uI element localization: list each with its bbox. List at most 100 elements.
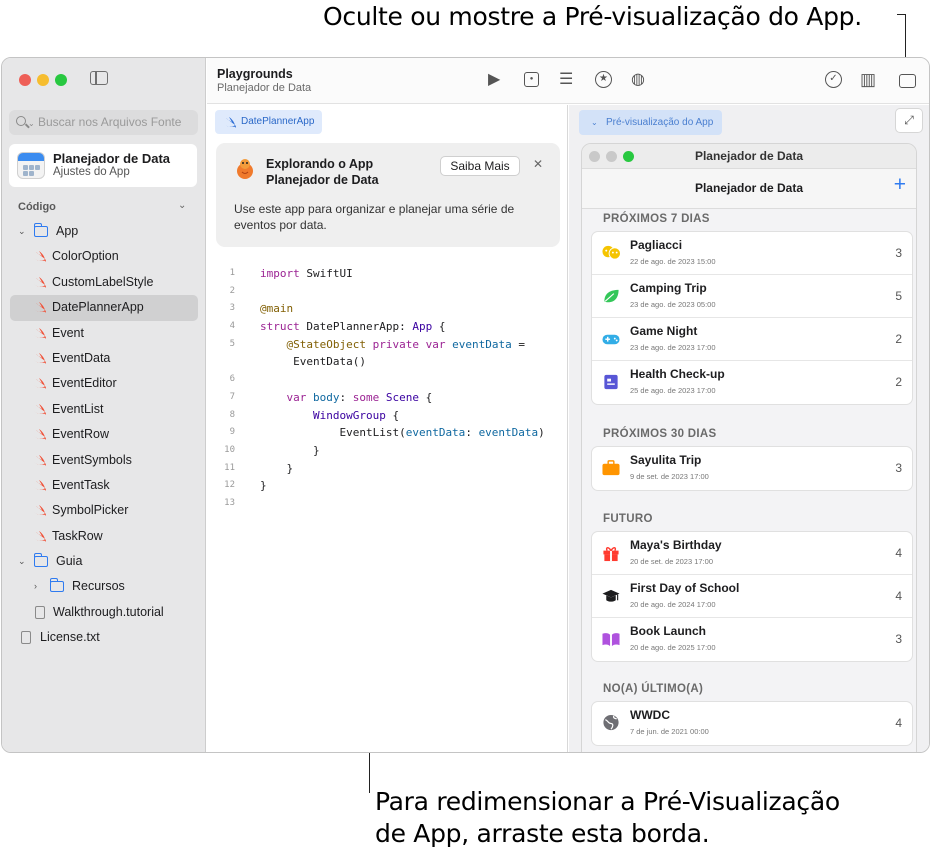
code-line[interactable]: 3 @main xyxy=(207,300,568,318)
app-preview-pane: ⌄ Pré-visualização do App ⤢ Planejador d… xyxy=(569,105,929,752)
sidebar-item[interactable]: ColorOption xyxy=(2,244,206,269)
event-title: Maya's Birthday xyxy=(630,538,722,552)
swift-icon xyxy=(224,117,236,128)
event-title: Sayulita Trip xyxy=(630,453,702,467)
sidebar-item[interactable]: DatePlannerApp xyxy=(10,295,198,321)
add-event-button[interactable]: + xyxy=(894,173,906,197)
sidebar-item[interactable]: License.txt xyxy=(2,625,206,650)
sliders-icon[interactable]: ☰ xyxy=(559,71,573,89)
code-text: } xyxy=(260,443,320,457)
close-icon[interactable]: ✕ xyxy=(533,157,543,171)
search-input[interactable]: ⌄ Buscar nos Arquivos Fonte xyxy=(9,110,198,135)
event-row[interactable]: WWDC 7 de jun. de 2021 00:00 4 xyxy=(592,702,912,745)
sidebar-item[interactable]: EventData xyxy=(2,346,206,371)
sidebar-item[interactable]: EventList xyxy=(2,397,206,422)
sidebar-item[interactable]: EventRow xyxy=(2,422,206,447)
callout-toggle-preview: Oculte ou mostre a Pré-visualização do A… xyxy=(323,2,862,31)
sidebar-item[interactable]: ⌄ Guia xyxy=(2,549,206,574)
event-row[interactable]: Book Launch 20 de ago. de 2025 17:00 3 xyxy=(592,618,912,661)
record-icon[interactable]: ● xyxy=(524,72,539,87)
tab-label: DatePlannerApp xyxy=(241,116,315,127)
minimize-button[interactable] xyxy=(37,74,49,86)
expand-icon[interactable]: ⤢ xyxy=(895,108,923,133)
library-icon[interactable]: ▥ xyxy=(860,71,876,89)
learn-more-button[interactable]: Saiba Mais xyxy=(440,156,520,176)
swift-icon xyxy=(34,429,46,441)
event-row[interactable]: Camping Trip 23 de ago. de 2023 05:00 5 xyxy=(592,275,912,318)
preview-toggle-icon[interactable] xyxy=(899,74,916,88)
chevron-down-icon[interactable]: ⌄ xyxy=(178,200,186,211)
sidebar-item-label: DatePlannerApp xyxy=(52,300,144,315)
code-text: } xyxy=(260,479,267,493)
sidebar-item[interactable]: › Recursos xyxy=(2,574,206,599)
tab-dateplannerapp[interactable]: DatePlannerApp xyxy=(215,110,323,134)
chevron-right-icon[interactable]: › xyxy=(34,574,37,599)
folder-icon xyxy=(50,578,64,593)
chevron-down-icon[interactable]: ⌄ xyxy=(18,219,26,244)
sidebar-item[interactable]: Walkthrough.tutorial xyxy=(2,600,206,625)
sidebar-item-label: Guia xyxy=(56,554,83,569)
close-button[interactable] xyxy=(19,74,31,86)
event-date: 20 de set. de 2023 17:00 xyxy=(630,557,713,566)
task-count: 3 xyxy=(895,246,902,260)
code-text: struct DatePlannerApp: App { xyxy=(260,320,446,334)
code-line[interactable]: 9 EventList(eventData: eventData) xyxy=(207,424,568,442)
code-line[interactable]: 2 xyxy=(207,283,568,301)
tab-app-preview[interactable]: ⌄ Pré-visualização do App xyxy=(579,110,722,135)
sidebar-item-label: App xyxy=(56,224,79,238)
folder-icon xyxy=(34,553,48,568)
project-settings-item[interactable]: Planejador de Data Ajustes do App xyxy=(9,144,197,187)
section-header: NO(A) ÚLTIMO(A) xyxy=(603,683,704,695)
swift-icon xyxy=(34,530,46,542)
sidebar-item[interactable]: TaskRow xyxy=(2,524,206,549)
sidebar-item[interactable]: SymbolPicker xyxy=(2,498,206,523)
task-count: 2 xyxy=(895,332,902,346)
chevron-down-icon[interactable]: ⌄ xyxy=(18,549,26,574)
code-line[interactable]: 13 xyxy=(207,495,568,513)
card-title: Explorando o App Planejador de Data xyxy=(266,157,379,187)
sidebar-item[interactable]: Event xyxy=(2,321,206,346)
code-line[interactable]: 6 xyxy=(207,371,568,389)
event-date: 23 de ago. de 2023 05:00 xyxy=(630,300,716,309)
code-line[interactable]: 1 import SwiftUI xyxy=(207,265,568,283)
event-row[interactable]: Health Check-up 25 de ago. de 2023 17:00 2 xyxy=(592,361,912,404)
sidebar-item[interactable]: ⌄ App xyxy=(2,219,206,244)
swift-icon xyxy=(34,352,46,364)
line-number: 6 xyxy=(229,374,235,385)
code-text: } xyxy=(260,461,294,475)
code-line[interactable]: 12} xyxy=(207,477,568,495)
sidebar-item[interactable]: EventTask xyxy=(2,473,206,498)
sidebar-item-label: EventTask xyxy=(52,477,110,492)
checkmark-icon[interactable]: ✓ xyxy=(825,71,842,88)
code-line[interactable]: 7 var body: some Scene { xyxy=(207,389,568,407)
task-count: 2 xyxy=(895,375,902,389)
event-row[interactable]: First Day of School 20 de ago. de 2024 17… xyxy=(592,575,912,618)
toolbar: Playgrounds Planejador de Data ▶ ● ☰ ★ ◍… xyxy=(207,58,929,104)
event-row[interactable]: Game Night 23 de ago. de 2023 17:00 2 xyxy=(592,318,912,361)
play-icon[interactable]: ▶ xyxy=(488,71,500,89)
code-line[interactable]: 11 } xyxy=(207,460,568,478)
code-area[interactable]: 1 import SwiftUI 2 3 @main 4 struct DatePlanne… xyxy=(207,265,568,513)
toolbar-title: Playgrounds xyxy=(217,67,293,81)
code-line[interactable]: 10 } xyxy=(207,442,568,460)
code-line[interactable]: EventData() xyxy=(207,353,568,371)
sidebar-item[interactable]: EventSymbols xyxy=(2,448,206,473)
event-title: First Day of School xyxy=(630,581,740,595)
sidebar-item-label: EventRow xyxy=(52,427,109,442)
swift-icon xyxy=(34,505,46,517)
code-line[interactable]: 5 @StateObject private var eventData = xyxy=(207,336,568,354)
zoom-button[interactable] xyxy=(55,74,67,86)
task-count: 4 xyxy=(895,589,902,603)
sidebar-item[interactable]: CustomLabelStyle xyxy=(2,270,206,295)
palette-icon[interactable]: ◍ xyxy=(631,71,645,89)
event-date: 22 de ago. de 2023 15:00 xyxy=(630,257,716,266)
event-row[interactable]: Maya's Birthday 20 de set. de 2023 17:00 4 xyxy=(592,532,912,575)
code-line[interactable]: 4 struct DatePlannerApp: App { xyxy=(207,318,568,336)
event-row[interactable]: Sayulita Trip 9 de set. de 2023 17:00 3 xyxy=(592,447,912,490)
code-line[interactable]: 8 WindowGroup { xyxy=(207,407,568,425)
project-title: Planejador de Data xyxy=(53,151,171,166)
star-icon[interactable]: ★ xyxy=(595,71,612,88)
sidebar-item[interactable]: EventEditor xyxy=(2,371,206,396)
sidebar-toggle-icon[interactable] xyxy=(90,71,108,85)
event-row[interactable]: Pagliacci 22 de ago. de 2023 15:00 3 xyxy=(592,232,912,275)
